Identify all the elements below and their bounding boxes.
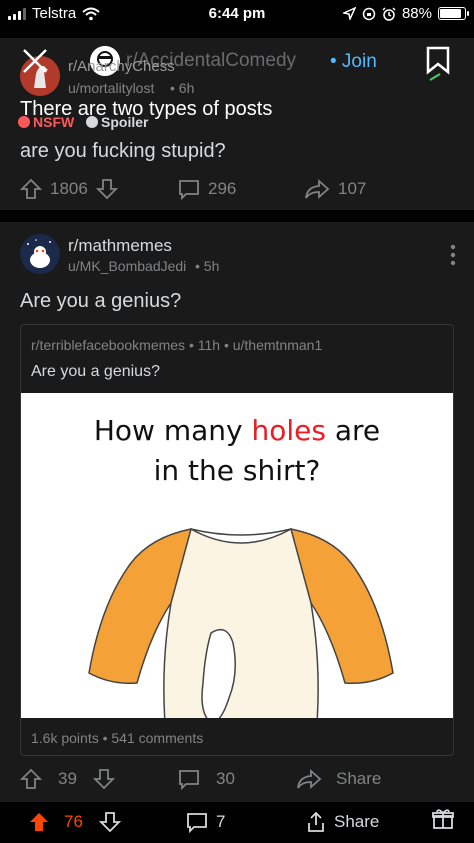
- post-age: • 6h: [170, 80, 195, 96]
- meme-caption: How many holes are in the shirt?: [93, 414, 381, 487]
- upvote-count: 39: [58, 769, 77, 788]
- comment-icon: [179, 180, 199, 200]
- post-title[interactable]: Are you a genius?: [20, 290, 181, 313]
- post-actions: 1806 296 107: [0, 174, 474, 204]
- upvote-icon[interactable]: [20, 178, 42, 200]
- vote-group: 1806: [20, 174, 118, 204]
- share-button[interactable]: Share: [296, 764, 381, 794]
- downvote-icon[interactable]: [98, 811, 121, 833]
- spoiler-badge: Spoiler: [86, 114, 148, 130]
- share-icon: [308, 811, 324, 832]
- subreddit-name[interactable]: r/mathmemes: [68, 236, 172, 256]
- post-card-2[interactable]: r/mathmemes u/MK_BombadJedi • 5h Are you…: [0, 222, 474, 802]
- crosspost-stats: 1.6k points • 541 comments: [31, 730, 204, 746]
- post-author[interactable]: u/mortalitylost: [68, 80, 154, 96]
- post-card-1[interactable]: r/AccidentalComedy r/AnarchyChess • Join…: [0, 38, 474, 210]
- bottom-vote-group: 76: [28, 807, 121, 837]
- bottom-comment-count: 7: [216, 812, 226, 831]
- comment-count: 296: [208, 179, 237, 198]
- nsfw-badge: NSFW: [18, 114, 74, 130]
- upvote-count: 1806: [50, 179, 88, 198]
- nsfw-label: NSFW: [33, 114, 75, 130]
- subreddit-name[interactable]: r/AnarchyChess: [68, 58, 175, 75]
- share-count: 107: [338, 179, 367, 198]
- share-icon: [297, 768, 322, 790]
- crosspost-title: Are you a genius?: [31, 363, 160, 380]
- lock-rotation-icon: [362, 7, 376, 20]
- upvote-icon[interactable]: [28, 811, 50, 833]
- upvote-icon[interactable]: [20, 768, 42, 790]
- comments-button[interactable]: 296: [178, 174, 236, 204]
- subreddit-avatar[interactable]: [20, 234, 60, 274]
- battery-icon: [438, 7, 469, 20]
- post-author[interactable]: u/MK_BombadJedi: [68, 258, 186, 274]
- bottom-upvote-count: 76: [64, 812, 83, 831]
- crosspost-card[interactable]: r/terriblefacebookmemes • 11h • u/themtn…: [20, 324, 454, 756]
- award-icon[interactable]: [432, 808, 454, 830]
- spoiler-label: Spoiler: [101, 114, 149, 130]
- meme-image[interactable]: How many holes are in the shirt?: [21, 393, 453, 718]
- downvote-icon[interactable]: [92, 768, 115, 790]
- downvote-icon[interactable]: [95, 178, 118, 200]
- vote-group: 39: [20, 764, 115, 794]
- bottom-comments-button[interactable]: 7: [186, 807, 225, 837]
- bottom-action-bar: 76 7 Share: [0, 802, 474, 843]
- post-body: are you fucking stupid?: [20, 140, 226, 162]
- crosspost-meta: r/terriblefacebookmemes • 11h • u/themtn…: [31, 337, 323, 353]
- comment-count: 30: [216, 769, 235, 788]
- close-icon[interactable]: [22, 48, 48, 74]
- post-actions: 39 30 Share: [0, 764, 474, 794]
- more-icon[interactable]: [450, 244, 456, 266]
- share-button[interactable]: 107: [304, 174, 366, 204]
- share-label: Share: [336, 769, 382, 788]
- comment-icon: [179, 770, 199, 790]
- comment-icon: [187, 813, 207, 833]
- join-button[interactable]: • Join: [330, 51, 377, 73]
- shirt-illustration: [88, 527, 394, 718]
- post-age: • 5h: [195, 258, 220, 274]
- status-bar: Telstra 6:44 pm 88%: [0, 0, 474, 28]
- location-icon: [342, 7, 356, 20]
- share-icon: [305, 178, 330, 200]
- battery-percent: 88%: [401, 5, 432, 22]
- alarm-icon: [382, 6, 396, 21]
- comments-button[interactable]: 30: [178, 764, 235, 794]
- bottom-share-label: Share: [334, 812, 380, 831]
- bottom-share-button[interactable]: Share: [306, 807, 379, 837]
- bookmark-icon[interactable]: [426, 46, 450, 82]
